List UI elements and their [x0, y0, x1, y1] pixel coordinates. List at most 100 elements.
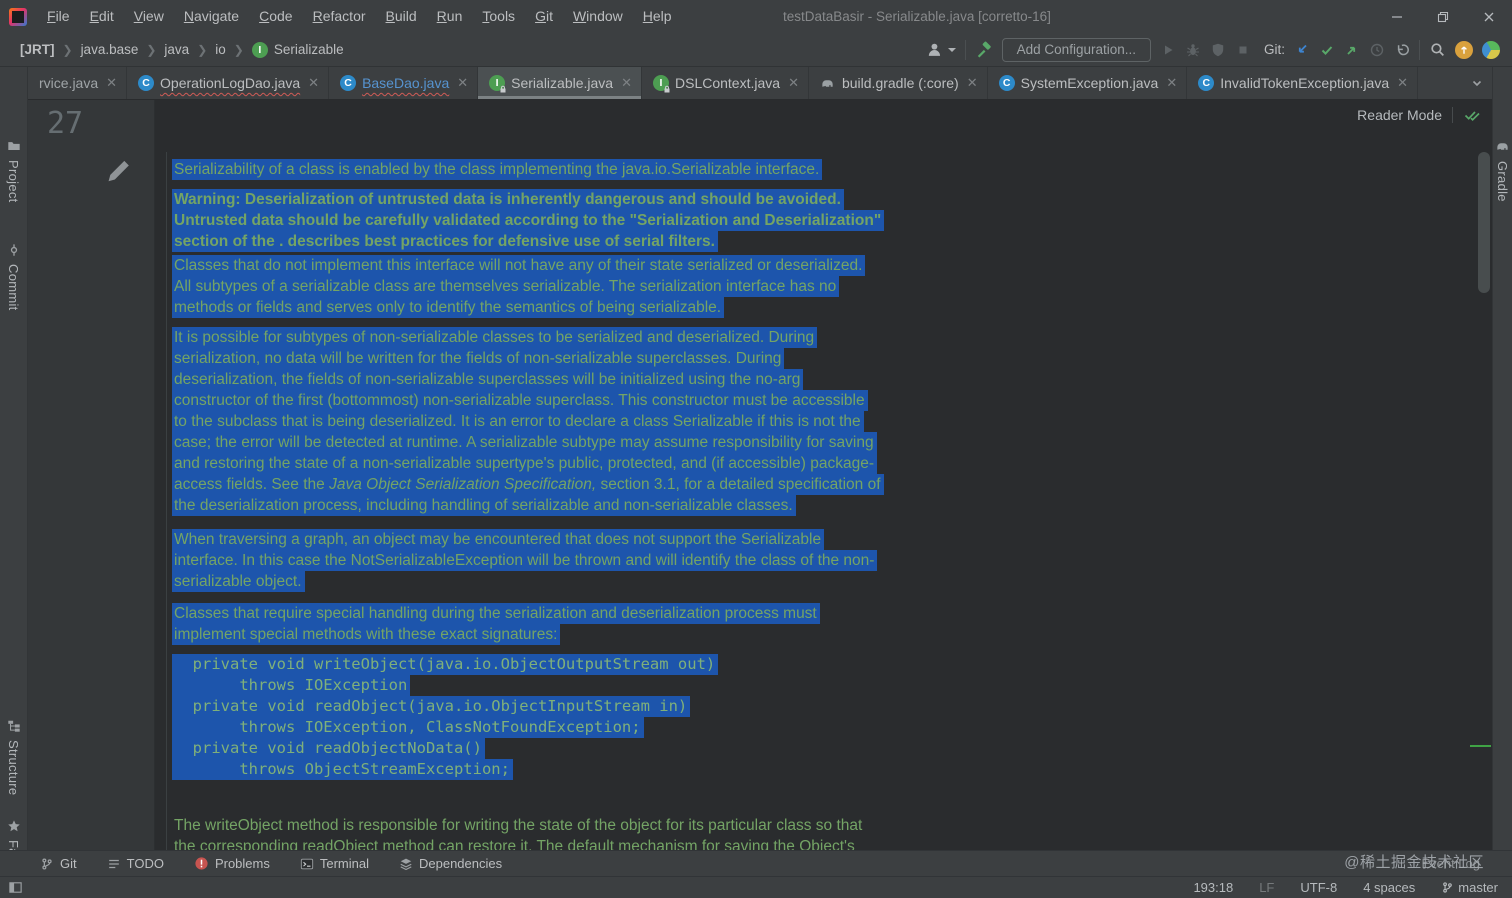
toolwindow-terminal[interactable]: Terminal	[300, 856, 369, 871]
close-icon[interactable]	[621, 75, 632, 91]
menu-code[interactable]: Code	[249, 0, 302, 33]
menu-run[interactable]: Run	[427, 0, 473, 33]
inspections-ok-double-check-icon[interactable]	[1463, 107, 1482, 123]
tab-operationlogdao-java[interactable]: C OperationLogDao.java	[127, 67, 330, 99]
breadcrumb-serializable[interactable]: I Serializable	[248, 41, 348, 58]
run-icon[interactable]	[1160, 42, 1176, 58]
interface-lock-icon: I	[489, 75, 506, 93]
caret-position[interactable]: 193:18	[1193, 880, 1233, 895]
git-branch-icon	[1443, 882, 1453, 893]
close-icon[interactable]	[308, 75, 319, 91]
tab-build-gradle[interactable]: build.gradle (:core)	[809, 67, 988, 99]
doc-content: Serializability of a class is enabled by…	[155, 100, 1476, 850]
stripe-button-commit[interactable]: Commit	[0, 243, 27, 311]
tab-serializable-java[interactable]: I Serializable.java	[478, 67, 642, 99]
menu-file[interactable]: File	[37, 0, 80, 33]
structure-icon	[7, 720, 20, 732]
navigation-bar: [JRT] ❯ java.base ❯ java ❯ io ❯ I Serial…	[0, 33, 1512, 67]
tab-basedao-java[interactable]: C BaseDao.java	[329, 67, 479, 99]
git-push-icon[interactable]	[1344, 42, 1360, 58]
tab-overflow-chevron[interactable]	[1469, 67, 1492, 99]
menu-navigate[interactable]: Navigate	[174, 0, 249, 33]
menu-view[interactable]: View	[124, 0, 174, 33]
tab-invalidtokenexception-java[interactable]: C InvalidTokenException.java	[1187, 67, 1419, 99]
editor-gutter: 27	[28, 100, 155, 850]
lock-icon	[500, 85, 506, 93]
editor-pane[interactable]: Reader Mode Serializability of a class i…	[155, 100, 1492, 850]
add-configuration-button[interactable]: Add Configuration...	[1001, 37, 1151, 62]
close-icon[interactable]	[1166, 75, 1177, 91]
toolwindow-problems[interactable]: Problems	[194, 856, 270, 871]
doc-paragraph: It is possible for subtypes of non-seria…	[172, 327, 1476, 516]
chevron-down-icon	[1472, 80, 1482, 87]
rollback-icon[interactable]	[1394, 42, 1410, 58]
menu-edit[interactable]: Edit	[80, 0, 124, 33]
stripe-button-project[interactable]: Project	[0, 139, 27, 203]
restore-button[interactable]	[1420, 0, 1466, 33]
close-icon[interactable]	[788, 75, 799, 91]
git-commit-check-icon[interactable]	[1319, 42, 1335, 58]
menu-help[interactable]: Help	[633, 0, 682, 33]
chevron-right-icon: ❯	[146, 42, 157, 57]
vertical-scrollbar[interactable]	[1478, 152, 1490, 293]
reader-mode-label[interactable]: Reader Mode	[1357, 107, 1453, 123]
history-clock-icon[interactable]	[1369, 42, 1385, 58]
close-button[interactable]	[1466, 0, 1512, 33]
main-menu: File Edit View Navigate Code Refactor Bu…	[37, 0, 682, 33]
window-controls	[1374, 0, 1512, 33]
terminal-icon	[300, 858, 313, 869]
update-notification-icon[interactable]	[1455, 40, 1473, 59]
toolwindow-git[interactable]: Git	[40, 856, 77, 871]
dependencies-icon	[400, 858, 412, 870]
ide-window: File Edit View Navigate Code Refactor Bu…	[0, 0, 1512, 898]
tab-systemexception-java[interactable]: C SystemException.java	[988, 67, 1188, 99]
left-tool-window-stripe: Project Commit Structure Favorites	[0, 67, 28, 896]
tab-rvice-java[interactable]: rvice.java	[28, 67, 128, 99]
menu-tools[interactable]: Tools	[472, 0, 525, 33]
breadcrumb-java[interactable]: java	[160, 42, 193, 57]
status-widgets: 193:18 LF UTF-8 4 spaces master	[1193, 880, 1498, 895]
class-icon: C	[340, 75, 357, 91]
menu-refactor[interactable]: Refactor	[303, 0, 376, 33]
breadcrumb-jrt[interactable]: [JRT]	[16, 42, 59, 57]
close-icon[interactable]	[1397, 75, 1408, 91]
profile-selector[interactable]	[926, 41, 956, 59]
toolwindow-dependencies[interactable]: Dependencies	[399, 856, 502, 871]
indent-style[interactable]: 4 spaces	[1363, 880, 1415, 895]
user-icon	[928, 43, 940, 56]
pencil-icon[interactable]	[104, 153, 132, 187]
reader-mode-toggle[interactable]: Reader Mode	[1357, 107, 1482, 123]
file-encoding[interactable]: UTF-8	[1300, 880, 1337, 895]
menu-git[interactable]: Git	[525, 0, 563, 33]
git-branch-widget[interactable]: master	[1441, 880, 1498, 895]
coverage-icon[interactable]	[1210, 42, 1226, 58]
interface-icon: I	[251, 41, 268, 58]
minimize-icon	[1392, 15, 1402, 18]
close-icon	[1484, 12, 1494, 21]
debug-icon[interactable]	[1185, 42, 1201, 58]
close-icon[interactable]	[457, 75, 468, 91]
build-hammer-icon[interactable]	[975, 41, 993, 59]
line-separator[interactable]: LF	[1259, 880, 1274, 895]
menu-build[interactable]: Build	[376, 0, 427, 33]
status-bar: 193:18 LF UTF-8 4 spaces master	[0, 876, 1512, 898]
stripe-button-gradle[interactable]: Gradle	[1493, 139, 1512, 202]
stop-icon[interactable]	[1235, 42, 1251, 58]
commit-icon	[10, 244, 17, 256]
colored-sphere-icon[interactable]	[1482, 40, 1500, 59]
menu-window[interactable]: Window	[563, 0, 633, 33]
close-icon[interactable]	[106, 75, 117, 91]
minimize-button[interactable]	[1374, 0, 1420, 33]
gradle-icon	[1497, 143, 1508, 150]
search-icon[interactable]	[1429, 41, 1446, 58]
breadcrumb-java-base[interactable]: java.base	[77, 42, 143, 57]
close-icon[interactable]	[967, 75, 978, 91]
chevron-right-icon: ❯	[197, 42, 208, 57]
stripe-button-structure[interactable]: Structure	[0, 719, 27, 795]
toolwindow-todo[interactable]: TODO	[107, 856, 164, 871]
git-update-icon[interactable]	[1294, 42, 1310, 58]
toolwindow-toggle-icon[interactable]	[8, 880, 23, 895]
tab-dslcontext-java[interactable]: I DSLContext.java	[642, 67, 809, 99]
git-branch-icon	[42, 857, 52, 870]
breadcrumb-io[interactable]: io	[211, 42, 230, 57]
